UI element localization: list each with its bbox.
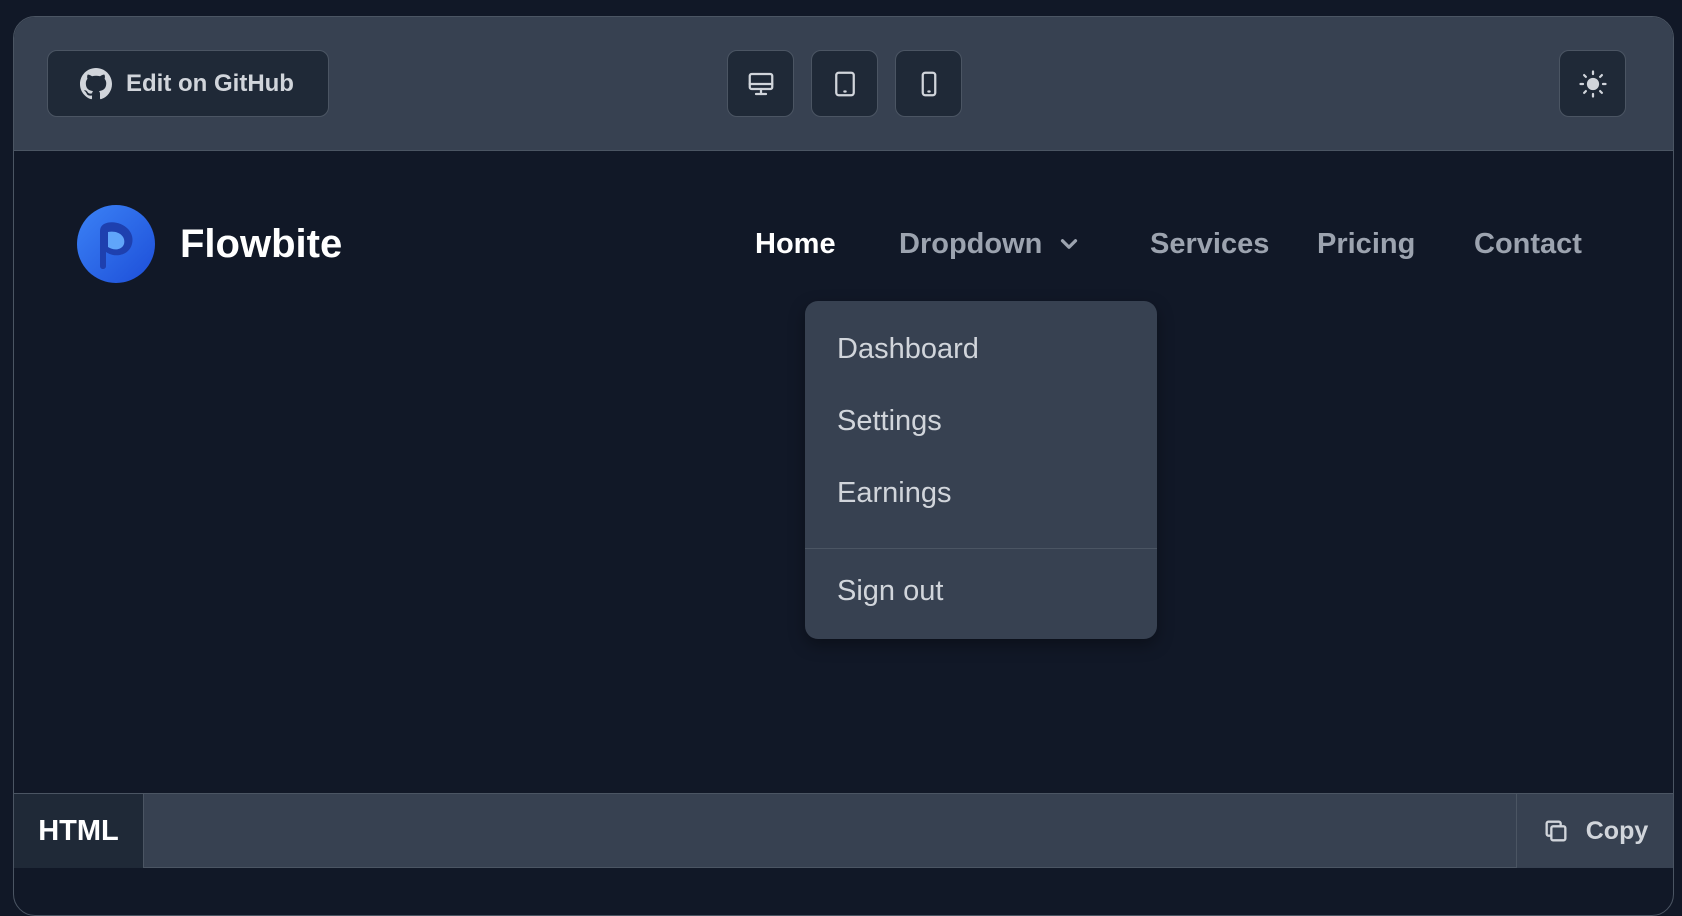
desktop-icon xyxy=(748,72,773,95)
mobile-view-button[interactable] xyxy=(895,50,962,117)
dropdown-menu: Dashboard Settings Earnings Sign out xyxy=(805,301,1157,639)
github-button-label: Edit on GitHub xyxy=(126,69,294,97)
nav-item-pricing[interactable]: Pricing xyxy=(1317,216,1415,272)
edit-on-github-button[interactable]: Edit on GitHub xyxy=(47,50,329,117)
dropdown-item-earnings[interactable]: Earnings xyxy=(837,473,951,513)
copy-button[interactable]: Copy xyxy=(1516,794,1673,868)
tablet-icon xyxy=(834,71,855,96)
github-icon xyxy=(80,67,112,99)
dropdown-divider xyxy=(805,548,1157,549)
dropdown-item-dashboard[interactable]: Dashboard xyxy=(837,329,979,369)
code-bar: HTML Copy xyxy=(14,793,1673,868)
nav-item-home[interactable]: Home xyxy=(755,216,836,272)
tablet-view-button[interactable] xyxy=(811,50,878,117)
tab-html[interactable]: HTML xyxy=(14,794,144,868)
nav-item-dropdown[interactable]: Dropdown xyxy=(899,216,1082,272)
dropdown-item-settings[interactable]: Settings xyxy=(837,401,942,441)
theme-toggle-button[interactable] xyxy=(1559,50,1626,117)
preview-canvas: Flowbite Home Dropdown Services Pricing … xyxy=(14,152,1673,793)
nav-item-contact[interactable]: Contact xyxy=(1474,216,1582,272)
preview-toolbar: Edit on GitHub xyxy=(14,17,1673,151)
nav-item-services[interactable]: Services xyxy=(1150,216,1269,272)
main-nav: Home Dropdown Services Pricing Contact xyxy=(14,216,1673,272)
copy-button-label: Copy xyxy=(1585,816,1649,845)
desktop-view-button[interactable] xyxy=(727,50,794,117)
nav-dropdown-label: Dropdown xyxy=(899,228,1043,260)
chevron-down-icon xyxy=(1061,239,1078,249)
copy-icon xyxy=(1545,820,1567,842)
dropdown-item-sign-out[interactable]: Sign out xyxy=(837,571,943,611)
mobile-icon xyxy=(921,71,936,96)
preview-frame: Edit on GitHub Flowbite Home Dropdown Se… xyxy=(13,16,1674,916)
sun-icon xyxy=(1578,69,1607,98)
